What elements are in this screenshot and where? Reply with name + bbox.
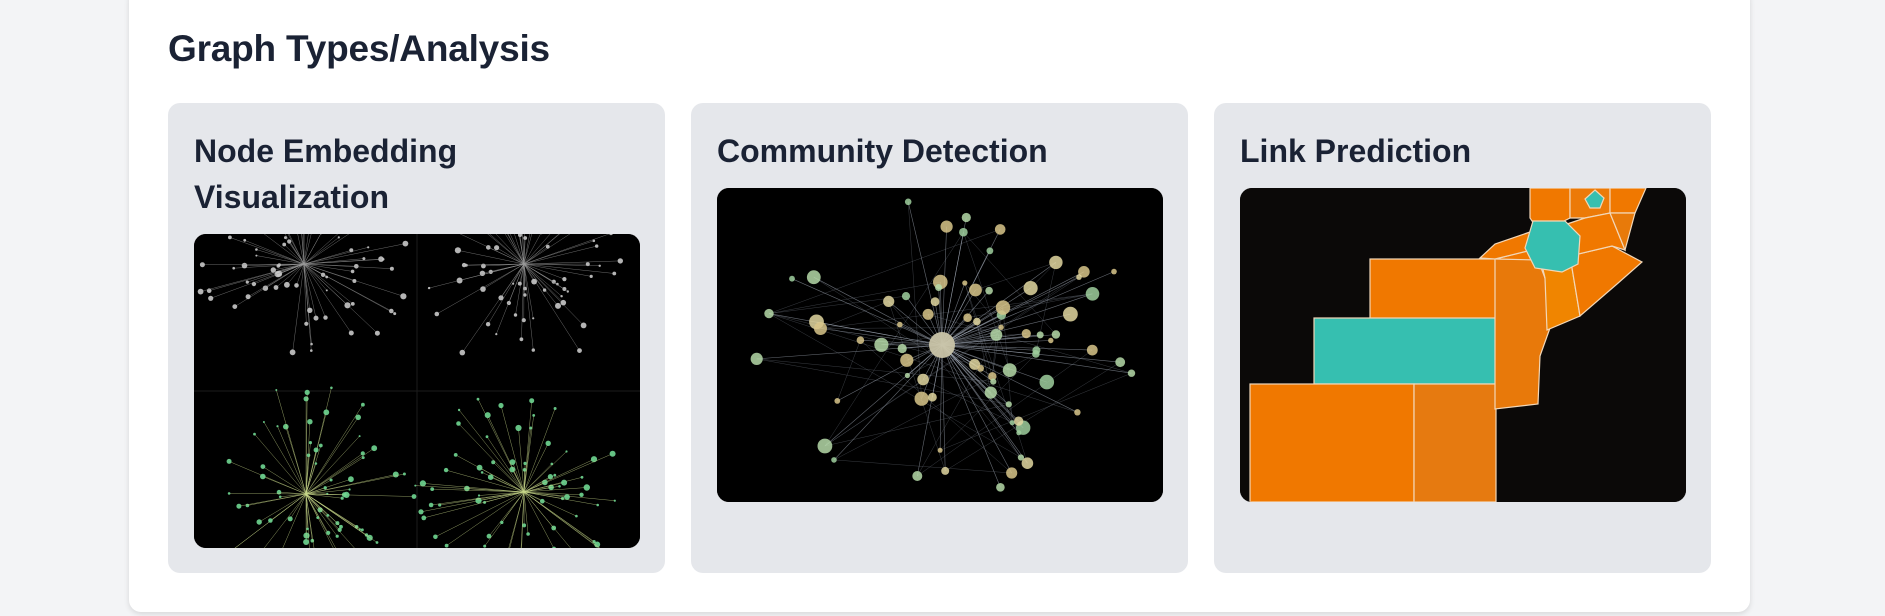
card-community-detection[interactable]: Community Detection [691, 103, 1188, 573]
section-title: Graph Types/Analysis [168, 28, 550, 69]
card-title: Node Embedding Visualization [194, 133, 458, 215]
card-title: Link Prediction [1240, 133, 1472, 169]
link-prediction-map-image [1240, 188, 1686, 502]
card-title: Community Detection [717, 133, 1048, 169]
community-network-image [717, 188, 1163, 502]
card-node-embedding[interactable]: Node Embedding Visualization [168, 103, 665, 573]
node-embedding-image [194, 234, 640, 548]
card-link-prediction[interactable]: Link Prediction [1214, 103, 1711, 573]
